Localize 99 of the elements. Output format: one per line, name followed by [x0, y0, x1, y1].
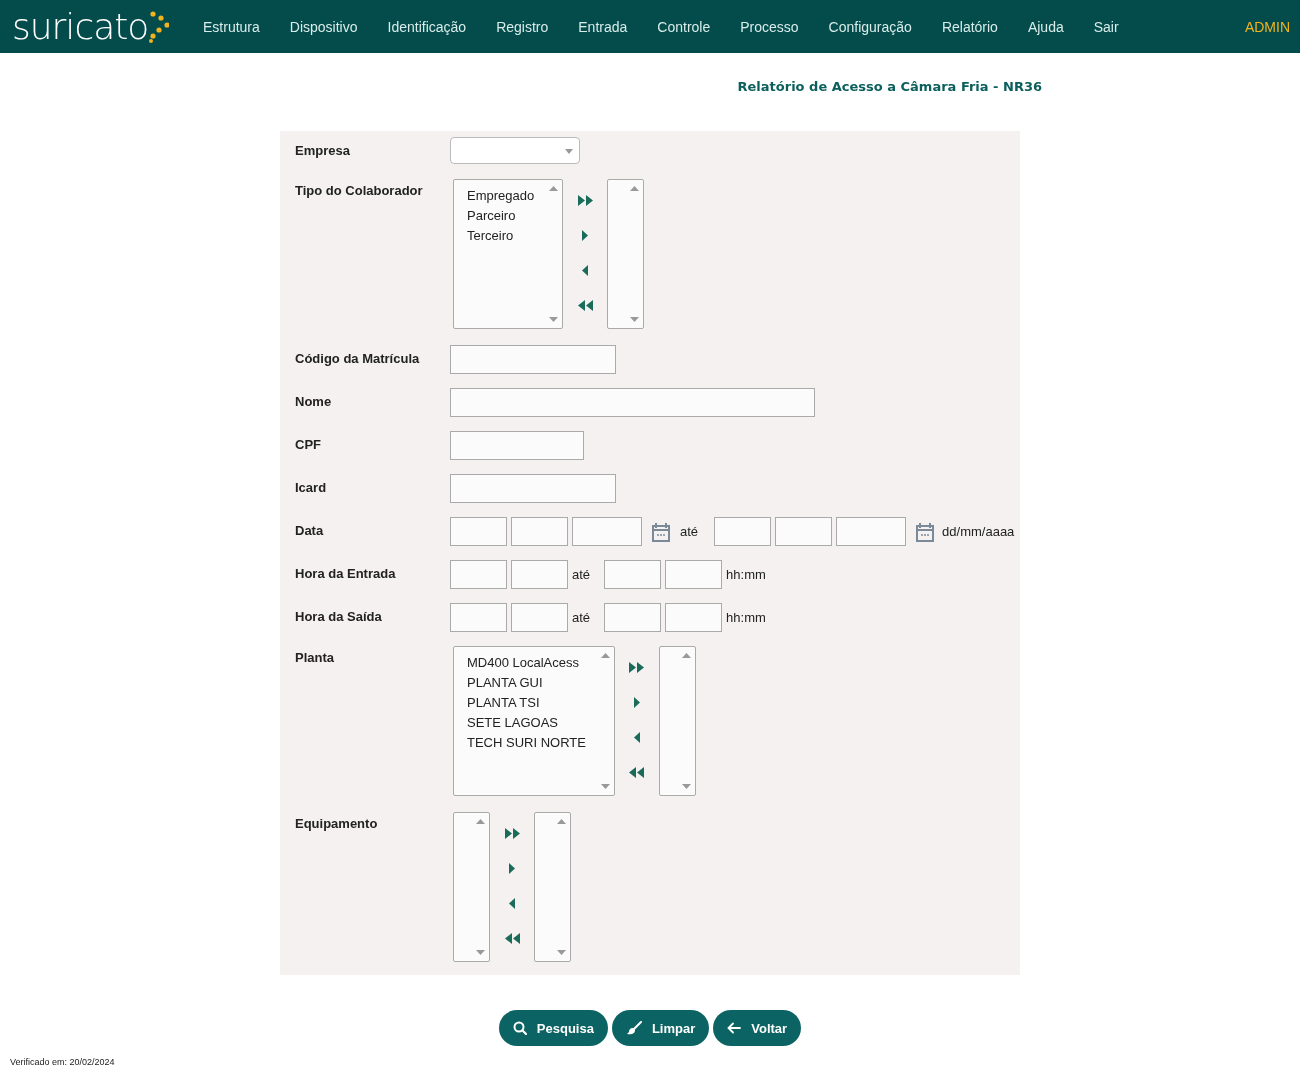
clear-button[interactable]: Limpar	[611, 1010, 710, 1046]
move-left-icon[interactable]	[633, 732, 640, 743]
list-option[interactable]: TECH SURI NORTE	[467, 733, 586, 753]
field-label: Icard	[295, 479, 328, 495]
input-field[interactable]	[450, 474, 616, 503]
selected-list[interactable]	[534, 812, 571, 962]
scroll-down-icon[interactable]	[476, 950, 485, 955]
field-label: Tipo do Colaborador	[295, 182, 424, 198]
nav-menu-item[interactable]: Sair	[1078, 18, 1134, 35]
day-field[interactable]	[450, 517, 507, 546]
nav-menu-item[interactable]: Identificação	[372, 18, 482, 35]
hour-field[interactable]	[604, 603, 662, 632]
search-icon	[512, 1021, 527, 1035]
list-option[interactable]: PLANTA GUI	[467, 673, 586, 693]
input-field[interactable]	[450, 345, 616, 374]
caret-icon	[565, 149, 573, 154]
search-button[interactable]: Pesquisa	[498, 1010, 608, 1046]
scroll-up-icon[interactable]	[681, 653, 691, 658]
calendar-icon[interactable]	[652, 521, 670, 542]
minute-field[interactable]	[511, 560, 568, 589]
move-all-right-icon[interactable]	[577, 195, 593, 206]
year-field[interactable]	[572, 517, 642, 546]
scroll-down-icon[interactable]	[600, 784, 610, 789]
move-all-right-icon[interactable]	[504, 828, 520, 839]
move-all-left-icon[interactable]	[577, 300, 593, 311]
dots-logo-icon	[149, 9, 170, 44]
nav-menu-item[interactable]: Configuração	[813, 18, 927, 35]
year-field[interactable]	[836, 517, 907, 546]
list-option[interactable]: Parceiro	[467, 206, 535, 226]
scroll-down-icon[interactable]	[549, 317, 559, 322]
logo-text[interactable]: suricato	[12, 8, 149, 45]
scroll-up-icon[interactable]	[557, 819, 566, 824]
nav-menu-item[interactable]: Processo	[725, 18, 814, 35]
move-left-icon[interactable]	[509, 898, 515, 909]
field-label: CPF	[295, 436, 322, 452]
calendar-icon[interactable]	[916, 521, 935, 542]
scroll-down-icon[interactable]	[557, 950, 566, 955]
verification-date: Verificado em: 20/02/2024	[10, 1057, 115, 1067]
hour-field[interactable]	[450, 603, 507, 632]
list-option[interactable]: MD400 LocalAcess	[467, 653, 586, 673]
page-title: Relatório de Acesso a Câmara Fria - NR36	[736, 79, 1042, 95]
month-field[interactable]	[775, 517, 833, 546]
scroll-down-icon[interactable]	[630, 317, 640, 322]
field-label: Hora da Saída	[295, 608, 383, 624]
format-hint: dd/mm/aaaa	[942, 524, 1015, 539]
range-separator: até	[572, 567, 591, 582]
nav-menu-item[interactable]: Ajuda	[1012, 18, 1079, 35]
available-list[interactable]	[453, 812, 490, 962]
field-label: Empresa	[295, 142, 351, 158]
minute-field[interactable]	[665, 560, 723, 589]
arrow-left-icon	[727, 1022, 742, 1034]
company-dropdown[interactable]	[450, 137, 580, 164]
back-button[interactable]: Voltar	[713, 1010, 802, 1046]
format-hint: hh:mm	[726, 567, 766, 582]
range-separator: até	[572, 610, 591, 625]
nav-menu-item[interactable]: Entrada	[563, 18, 643, 35]
nav-menu-item[interactable]: Estrutura	[188, 18, 275, 35]
list-option[interactable]: PLANTA TSI	[467, 693, 586, 713]
minute-field[interactable]	[511, 603, 568, 632]
move-left-icon[interactable]	[582, 265, 589, 276]
input-field[interactable]	[450, 388, 815, 417]
nav-menu-item[interactable]: Relatório	[926, 18, 1013, 35]
scroll-up-icon[interactable]	[476, 819, 485, 824]
input-field[interactable]	[450, 431, 584, 460]
move-right-icon[interactable]	[509, 863, 515, 874]
field-label: Data	[295, 522, 325, 538]
field-label: Nome	[295, 393, 333, 409]
minute-field[interactable]	[665, 603, 723, 632]
user-name[interactable]: ADMIN	[1244, 18, 1290, 35]
move-all-left-icon[interactable]	[504, 933, 520, 944]
move-all-right-icon[interactable]	[629, 662, 645, 673]
selected-list[interactable]	[607, 179, 645, 329]
day-field[interactable]	[714, 517, 772, 546]
nav-menu-item[interactable]: Registro	[481, 18, 564, 35]
move-right-icon[interactable]	[633, 697, 640, 708]
field-label: Planta	[295, 649, 335, 665]
list-option[interactable]: Terceiro	[467, 226, 535, 246]
field-label: Código da Matrícula	[295, 350, 421, 366]
brush-icon	[625, 1021, 642, 1035]
move-all-left-icon[interactable]	[629, 767, 645, 778]
range-separator: até	[680, 524, 699, 539]
scroll-down-icon[interactable]	[681, 784, 691, 789]
field-label: Hora da Entrada	[295, 565, 397, 581]
scroll-up-icon[interactable]	[600, 653, 610, 658]
field-label: Equipamento	[295, 815, 379, 831]
scroll-up-icon[interactable]	[630, 186, 640, 191]
available-list[interactable]: MD400 LocalAcess PLANTA GUI PLANTA TSI SETE LAGOAS TECH SURI NORTE	[453, 646, 615, 796]
move-right-icon[interactable]	[582, 230, 589, 241]
list-option[interactable]: SETE LAGOAS	[467, 713, 586, 733]
month-field[interactable]	[511, 517, 568, 546]
format-hint: hh:mm	[726, 610, 766, 625]
selected-list[interactable]	[658, 646, 696, 796]
hour-field[interactable]	[450, 560, 507, 589]
nav-menu-item[interactable]: Dispositivo	[274, 18, 373, 35]
nav-menu-item[interactable]: Controle	[642, 18, 726, 35]
available-list[interactable]: Empregado Parceiro Terceiro	[453, 179, 564, 329]
list-option[interactable]: Empregado	[467, 186, 535, 206]
hour-field[interactable]	[604, 560, 662, 589]
scroll-up-icon[interactable]	[549, 186, 559, 191]
